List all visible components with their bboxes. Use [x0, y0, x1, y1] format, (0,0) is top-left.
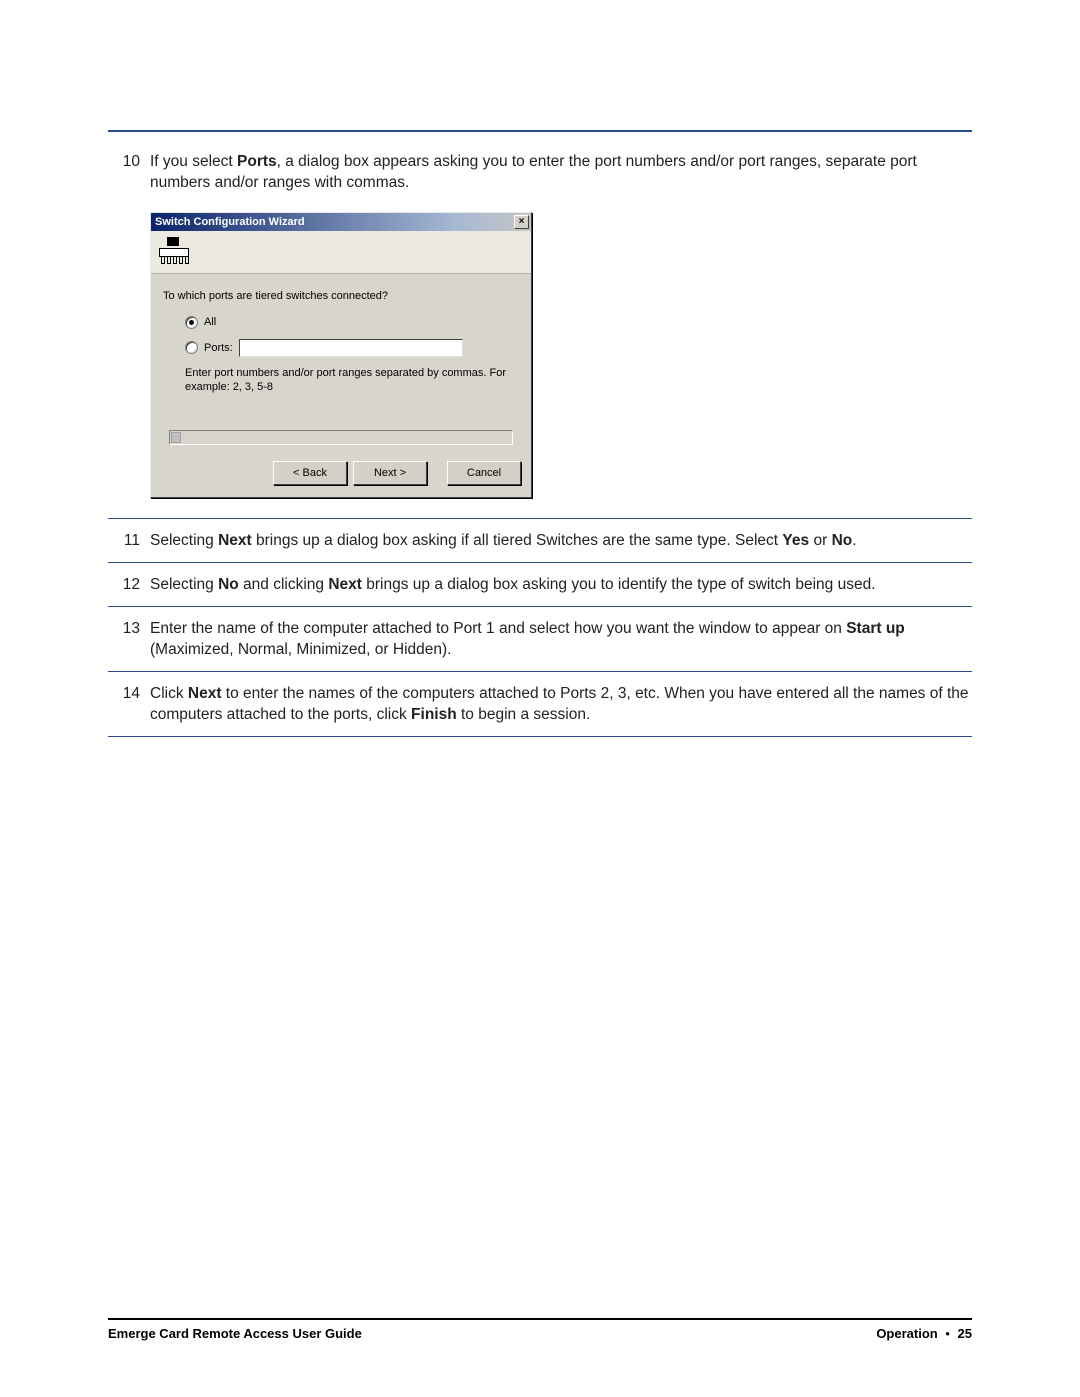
page-footer: Emerge Card Remote Access User Guide Ope…	[108, 1318, 972, 1341]
step-divider	[108, 518, 972, 519]
step-11: 11 Selecting Next brings up a dialog box…	[108, 529, 972, 552]
dialog-header	[151, 231, 531, 274]
step-number: 14	[108, 684, 150, 705]
footer-page-info: Operation • 25	[876, 1326, 972, 1341]
dialog-button-row: < Back Next > Cancel	[151, 451, 531, 497]
step-number: 12	[108, 575, 150, 596]
step-10: 10 If you select Ports, a dialog box app…	[108, 150, 972, 194]
ports-hint: Enter port numbers and/or port ranges se…	[185, 367, 519, 395]
cancel-button[interactable]: Cancel	[447, 461, 521, 485]
radio-ports-row[interactable]: Ports:	[185, 339, 519, 357]
section-divider	[108, 130, 972, 132]
step-number: 10	[108, 152, 150, 173]
radio-ports-label: Ports:	[204, 342, 233, 354]
radio-all[interactable]	[185, 316, 198, 329]
close-button[interactable]: ×	[514, 215, 529, 229]
dialog-title: Switch Configuration Wizard	[155, 216, 305, 228]
step-number: 11	[108, 531, 150, 552]
close-icon: ×	[519, 217, 525, 227]
step-14: 14 Click Next to enter the names of the …	[108, 682, 972, 726]
ports-input[interactable]	[239, 339, 463, 357]
step-text: Selecting No and clicking Next brings up…	[150, 575, 972, 596]
step-text: If you select Ports, a dialog box appear…	[150, 152, 972, 194]
step-divider	[108, 562, 972, 563]
step-divider	[108, 736, 972, 737]
dialog-screenshot: Switch Configuration Wizard × To which p…	[108, 212, 972, 499]
step-12: 12 Selecting No and clicking Next brings…	[108, 573, 972, 596]
back-button[interactable]: < Back	[273, 461, 347, 485]
step-text: Click Next to enter the names of the com…	[150, 684, 972, 726]
progress-bar	[169, 430, 513, 445]
radio-ports[interactable]	[185, 341, 198, 354]
step-divider	[108, 671, 972, 672]
dialog-prompt: To which ports are tiered switches conne…	[163, 290, 519, 302]
step-divider	[108, 606, 972, 607]
step-text: Selecting Next brings up a dialog box as…	[150, 531, 972, 552]
radio-all-label: All	[204, 316, 216, 328]
switch-icon	[159, 237, 189, 265]
titlebar: Switch Configuration Wizard ×	[151, 213, 531, 231]
next-button[interactable]: Next >	[353, 461, 427, 485]
step-number: 13	[108, 619, 150, 640]
step-text: Enter the name of the computer attached …	[150, 619, 972, 661]
switch-config-wizard-dialog: Switch Configuration Wizard × To which p…	[150, 212, 532, 499]
footer-title: Emerge Card Remote Access User Guide	[108, 1326, 362, 1341]
radio-all-row[interactable]: All	[185, 316, 519, 329]
step-13: 13 Enter the name of the computer attach…	[108, 617, 972, 661]
